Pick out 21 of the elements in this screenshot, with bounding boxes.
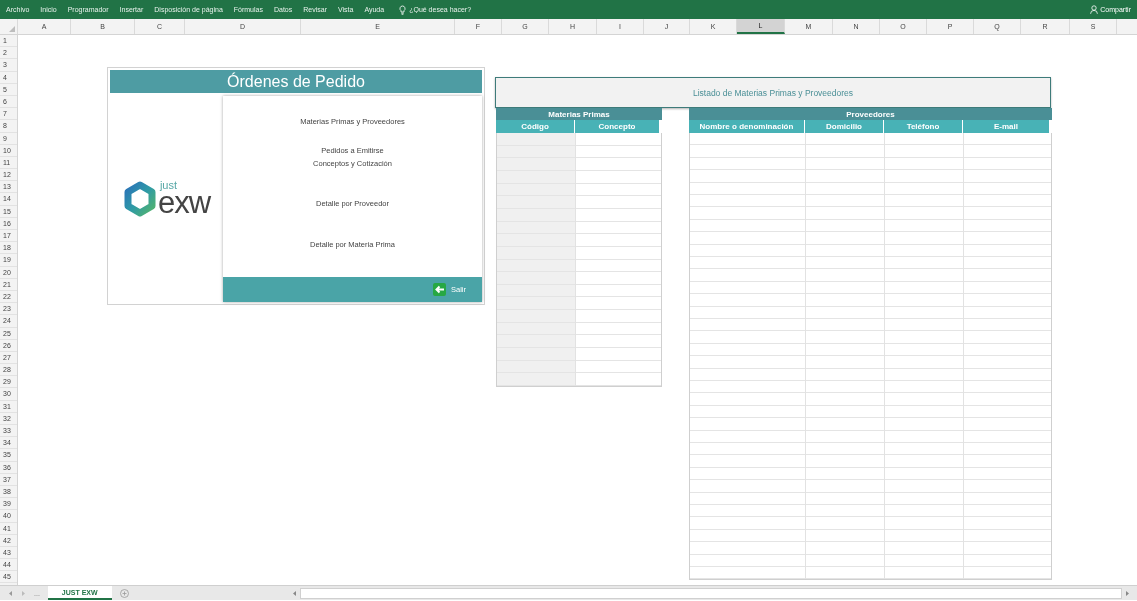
column-heading: Concepto bbox=[575, 120, 660, 133]
person-icon bbox=[1090, 5, 1099, 14]
next-sheet-icon[interactable] bbox=[21, 589, 26, 597]
arrow-left-icon bbox=[433, 283, 446, 296]
hexagon-logo-icon bbox=[122, 180, 157, 218]
horizontal-scrollbar[interactable] bbox=[291, 587, 1131, 599]
column-heading: E-mail bbox=[963, 120, 1050, 133]
column-heading: Código bbox=[496, 120, 575, 133]
scroll-right-icon[interactable] bbox=[1124, 588, 1131, 598]
select-all-icon[interactable] bbox=[9, 26, 15, 32]
column-heading: Nombre o denominación bbox=[689, 120, 805, 133]
listing-title: Listado de Materias Primas y Proveedores bbox=[495, 77, 1051, 108]
column-heading: Domicilio bbox=[805, 120, 884, 133]
panel-title: Órdenes de Pedido bbox=[110, 70, 482, 93]
scroll-left-icon[interactable] bbox=[291, 588, 298, 598]
group-header: Proveedores bbox=[689, 108, 1052, 120]
add-sheet-icon[interactable] bbox=[119, 588, 129, 598]
column-heading: Teléfono bbox=[884, 120, 963, 133]
lightbulb-icon bbox=[399, 4, 407, 15]
group-header: Materias Primas bbox=[496, 108, 662, 120]
previous-sheet-icon[interactable] bbox=[8, 589, 13, 597]
